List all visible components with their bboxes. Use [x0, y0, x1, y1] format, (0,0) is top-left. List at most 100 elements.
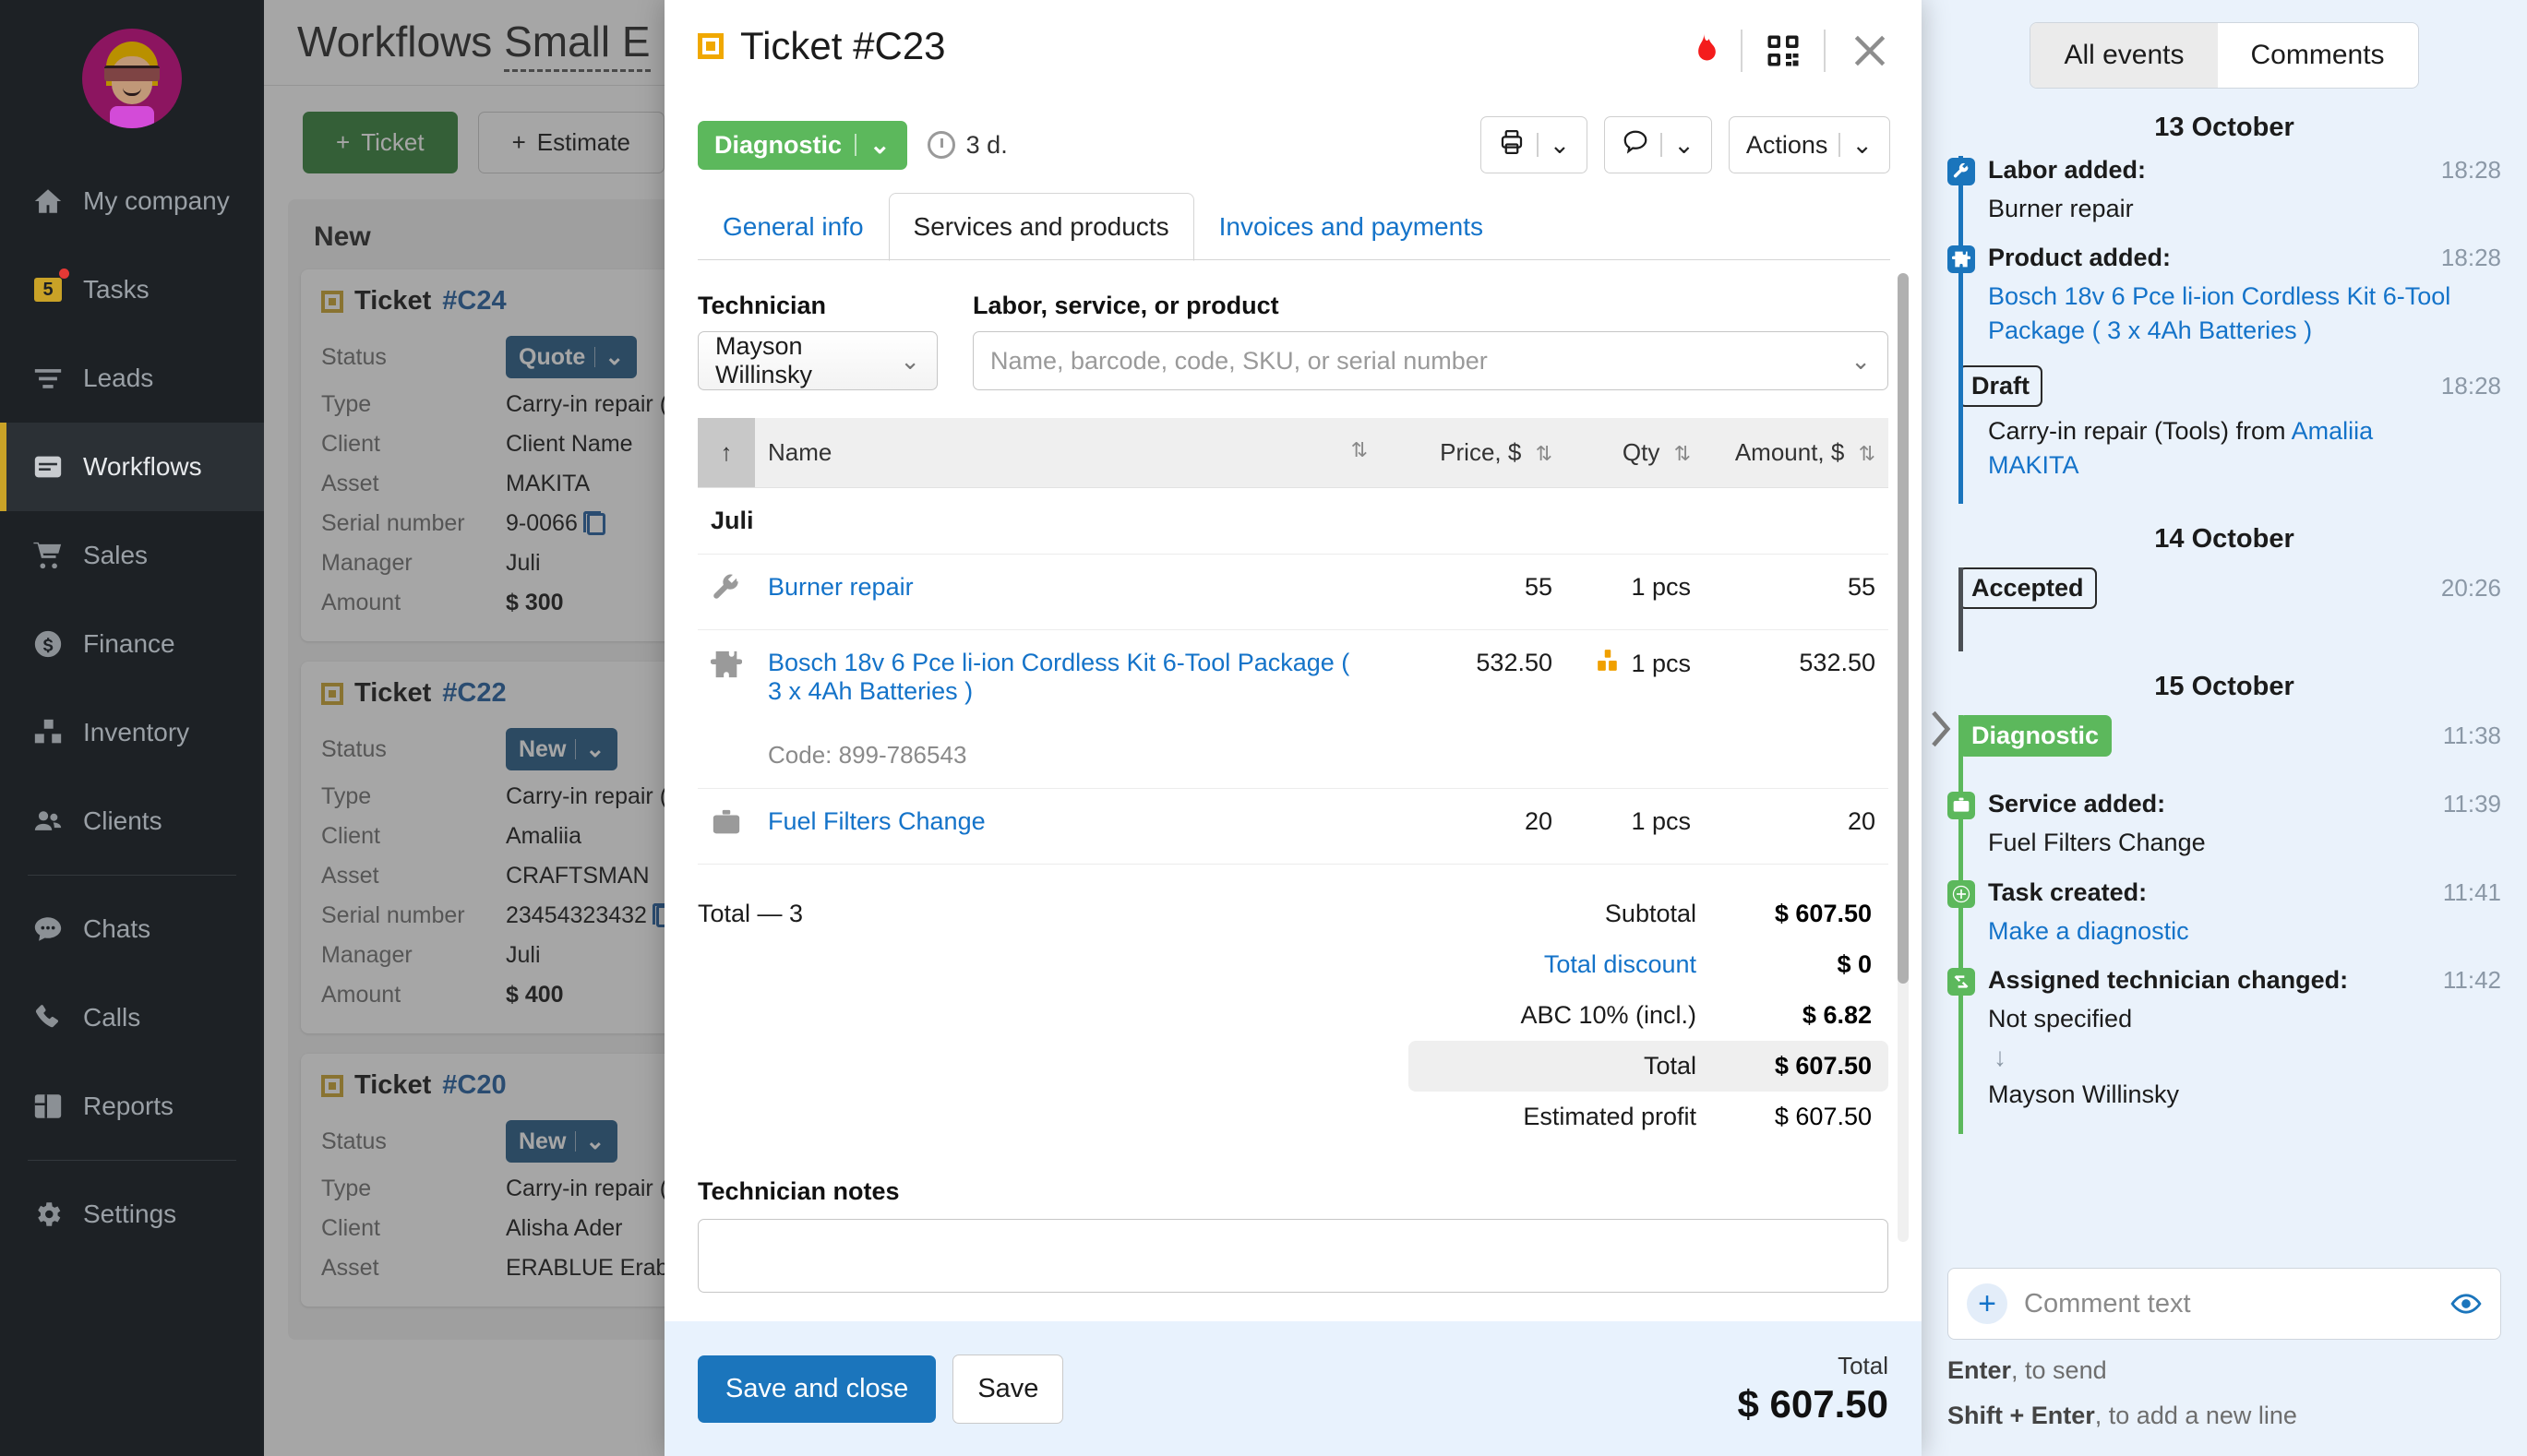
table-row[interactable]: Bosch 18v 6 Pce li-ion Cordless Kit 6-To… [698, 629, 1888, 789]
save-button[interactable]: Save [952, 1354, 1064, 1424]
task-link[interactable]: Make a diagnostic [1988, 917, 2189, 945]
modal-action-buttons: ⌄ ⌄ Actions ⌄ [1479, 116, 1890, 173]
item-name-link[interactable]: Bosch 18v 6 Pce li-ion Cordless Kit 6-To… [768, 649, 1349, 705]
event-header: Accepted 20:26 [1958, 567, 2501, 610]
column-amount[interactable]: Amount, $ ⇅ [1704, 418, 1888, 488]
status-badge[interactable]: Diagnostic ⌄ [698, 120, 907, 170]
column-label: Name [768, 438, 832, 466]
sort-icon: ⇅ [1673, 442, 1691, 465]
totals-section: Total — 3 Subtotal $ 607.50 Total discou… [698, 889, 1888, 1142]
column-label: Amount, $ [1734, 438, 1845, 466]
client-link[interactable]: Amaliia [2292, 417, 2374, 445]
print-button[interactable]: ⌄ [1479, 116, 1588, 173]
event-header: Draft 18:28 [1958, 365, 2501, 408]
modal-scrollbar[interactable] [1898, 273, 1909, 1242]
sidebar-item-tasks[interactable]: 5 Tasks [0, 245, 264, 334]
event-time: 18:28 [2440, 372, 2501, 400]
boxes-icon [31, 716, 65, 749]
avatar[interactable] [82, 29, 182, 128]
item-name-cell: Burner repair [755, 554, 1381, 630]
discount-label[interactable]: Total discount [1544, 950, 1696, 979]
sidebar-item-calls[interactable]: Calls [0, 973, 264, 1062]
column-name[interactable]: Name ⇅ [755, 418, 1381, 488]
sidebar-item-label: Sales [83, 541, 149, 569]
timeline-connector [1958, 365, 1963, 505]
tab-comments[interactable]: Comments [2218, 23, 2418, 88]
puzzle-icon [698, 629, 755, 789]
asset-link[interactable]: MAKITA [1988, 451, 2079, 479]
column-qty[interactable]: Qty ⇅ [1565, 418, 1704, 488]
chat-button[interactable]: ⌄ [1604, 116, 1712, 173]
item-name-link[interactable]: Fuel Filters Change [768, 807, 986, 835]
technician-select[interactable]: Mayson Willinsky ⌄ [698, 331, 938, 390]
item-qty: 1 pcs [1631, 650, 1691, 677]
tab-invoices-and-payments[interactable]: Invoices and payments [1194, 193, 1508, 261]
footer-total: Total $ 607.50 [1738, 1352, 1889, 1426]
product-search-placeholder: Name, barcode, code, SKU, or serial numb… [990, 346, 1488, 375]
items-table: ↑ Name ⇅ Price, $ ⇅ Qty ⇅ Amount, $ ⇅ Ju… [698, 418, 1888, 865]
sidebar-item-label: Workflows [83, 452, 202, 481]
event-time: 11:39 [2442, 790, 2501, 818]
sidebar-item-sales[interactable]: Sales [0, 511, 264, 600]
item-name-link[interactable]: Burner repair [768, 573, 914, 601]
sidebar-item-label: Reports [83, 1092, 174, 1120]
column-label: Price, $ [1440, 438, 1522, 466]
sidebar-item-chats[interactable]: Chats [0, 885, 264, 973]
sidebar-item-clients[interactable]: Clients [0, 777, 264, 865]
qr-code-icon[interactable] [1767, 34, 1800, 67]
sidebar-item-finance[interactable]: Finance [0, 600, 264, 688]
phone-icon [31, 1001, 65, 1034]
plus-icon[interactable]: + [1967, 1283, 2007, 1324]
modal-header-actions [1691, 24, 1890, 72]
items-table-body: Juli Burner repair 55 1 pcs 55 Bosch 18v… [698, 487, 1888, 865]
tasks-alert-dot [59, 269, 69, 279]
flame-icon[interactable] [1691, 33, 1717, 68]
items-count: Total — 3 [698, 900, 804, 927]
tab-services-and-products[interactable]: Services and products [888, 193, 1194, 261]
event-header: Product added: 18:28 [1988, 244, 2501, 272]
arrow-down-icon: ↓ [1994, 1042, 2006, 1071]
actions-button[interactable]: Actions ⌄ [1728, 116, 1890, 173]
event-link[interactable]: Bosch 18v 6 Pce li-ion Cordless Kit 6-To… [1988, 282, 2450, 343]
plus-icon [1947, 879, 1975, 908]
table-row[interactable]: Fuel Filters Change 20 1 pcs 20 [698, 788, 1888, 865]
timeline-status-event: Diagnostic 11:38 [1947, 715, 2501, 794]
actions-label: Actions [1745, 130, 1828, 159]
sidebar-item-workflows[interactable]: Workflows [0, 423, 264, 511]
status-badge: Diagnostic [1958, 715, 2113, 758]
sidebar-item-settings[interactable]: Settings [0, 1170, 264, 1259]
close-icon[interactable] [1850, 30, 1890, 71]
modal-header: Ticket #C23 [665, 0, 1922, 100]
sidebar-item-reports[interactable]: Reports [0, 1062, 264, 1151]
timeline-status-event: Draft 18:28 Carry-in repair (Tools) from… [1947, 365, 2501, 505]
table-row[interactable]: Burner repair 55 1 pcs 55 [698, 554, 1888, 630]
event-body: Not specified ↓ Mayson Willinsky [1988, 1002, 2501, 1125]
modal-subheader: Diagnostic ⌄ 3 d. ⌄ ⌄ Actions ⌄ [665, 100, 1922, 183]
sidebar-item-my-company[interactable]: My company [0, 157, 264, 245]
save-and-close-button[interactable]: Save and close [698, 1355, 937, 1423]
comment-input[interactable]: + Comment text [1947, 1268, 2501, 1340]
event-time: 11:42 [2442, 966, 2501, 995]
sort-order-column[interactable]: ↑ [698, 418, 755, 488]
column-price[interactable]: Price, $ ⇅ [1381, 418, 1565, 488]
sidebar-item-label: Leads [83, 364, 154, 392]
eye-icon[interactable] [2450, 1288, 2482, 1319]
status-badge-label: Diagnostic [714, 130, 843, 159]
sidebar-item-leads[interactable]: Leads [0, 334, 264, 423]
footer-total-value: $ 607.50 [1737, 1381, 1889, 1426]
product-search-input[interactable]: Name, barcode, code, SKU, or serial numb… [973, 331, 1888, 390]
puzzle-icon [1947, 245, 1975, 274]
panel-collapse-toggle[interactable] [1922, 701, 1958, 757]
item-qty: 1 pcs [1565, 788, 1704, 865]
sidebar-item-label: Settings [83, 1199, 177, 1228]
scrollbar-thumb[interactable] [1898, 273, 1909, 984]
event-header: Assigned technician changed: 11:42 [1988, 966, 2501, 995]
modal-body: Technician Mayson Willinsky ⌄ Labor, ser… [665, 260, 1922, 1321]
technician-notes-input[interactable] [698, 1219, 1888, 1293]
sidebar-item-inventory[interactable]: Inventory [0, 688, 264, 777]
timeline-group: Diagnostic 11:38 Service added: 11:39 Fu… [1922, 715, 2527, 1134]
home-icon [31, 185, 65, 218]
tab-general-info[interactable]: General info [698, 193, 889, 261]
tab-all-events[interactable]: All events [2030, 23, 2218, 88]
event-body [1988, 764, 2501, 784]
